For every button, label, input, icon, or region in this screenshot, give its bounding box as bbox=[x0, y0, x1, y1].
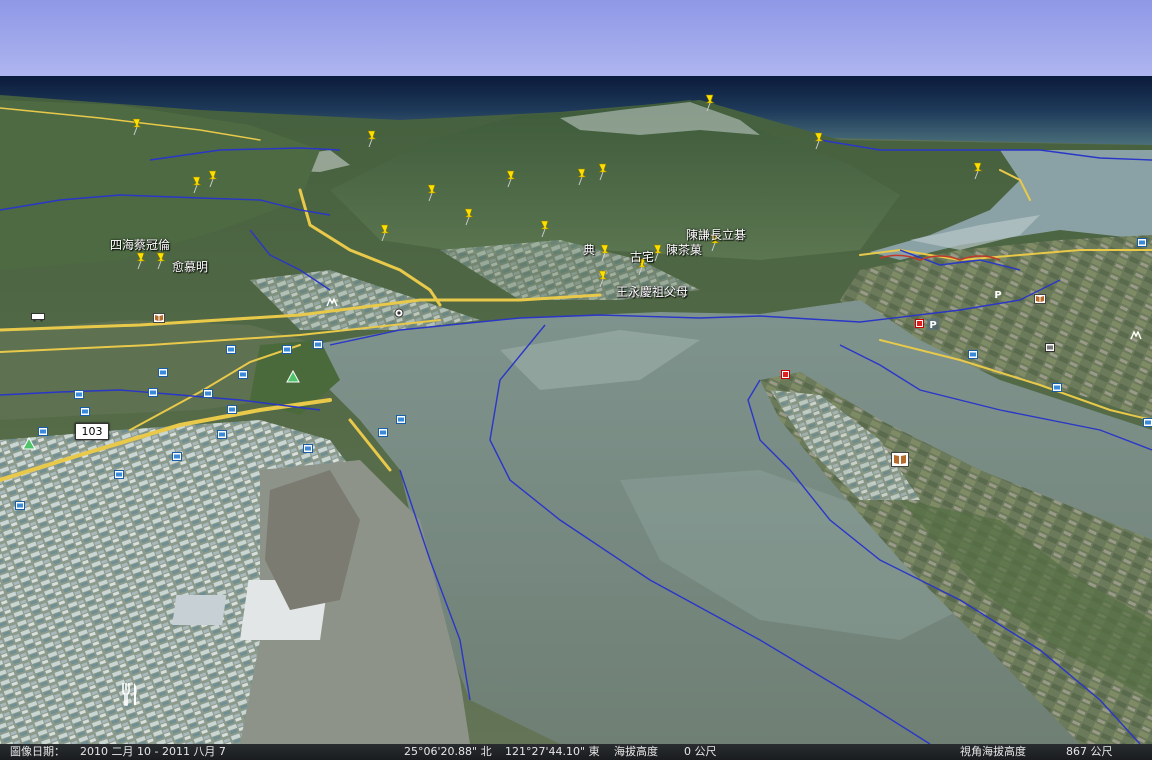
gear-icon[interactable] bbox=[394, 308, 404, 318]
pushpin-icon[interactable] bbox=[425, 184, 439, 202]
pushpin-icon[interactable] bbox=[190, 176, 204, 194]
status-bar: 圖像日期： 2010 二月 10 - 2011 八月 7 25°06'20.88… bbox=[0, 744, 1152, 760]
pushpin-icon[interactable] bbox=[575, 168, 589, 186]
pushpin-icon[interactable] bbox=[971, 162, 985, 180]
park-tree-icon[interactable] bbox=[22, 437, 36, 451]
place-label-yu-mu: 愈慕明 bbox=[172, 260, 209, 274]
book-icon[interactable] bbox=[1034, 294, 1046, 304]
book-icon[interactable] bbox=[153, 313, 165, 323]
photo-icon[interactable] bbox=[226, 345, 236, 354]
elevation-value: 0 公尺 bbox=[684, 745, 717, 758]
photo-icon[interactable] bbox=[148, 388, 158, 397]
photo-icon[interactable] bbox=[313, 340, 323, 349]
pushpin-icon[interactable] bbox=[378, 224, 392, 242]
pushpin-icon[interactable] bbox=[134, 252, 148, 270]
map-viewport[interactable]: P P 103 四海蔡冠倫 愈慕明 陳謙長立碁 陳茶菓 典 古宅 王永慶祖父母 bbox=[0, 0, 1152, 760]
place-label-gu-zhai: 古宅 bbox=[630, 250, 655, 264]
photo-icon[interactable] bbox=[238, 370, 248, 379]
red-marker-icon[interactable] bbox=[781, 370, 790, 379]
photo-icon[interactable] bbox=[282, 345, 292, 354]
bus-icon[interactable] bbox=[31, 313, 45, 322]
pushpin-icon[interactable] bbox=[206, 170, 220, 188]
svg-text:P: P bbox=[994, 290, 1001, 300]
pushpin-icon[interactable] bbox=[504, 170, 518, 188]
photo-icon[interactable] bbox=[1052, 383, 1062, 392]
imagery-date-value: 2010 二月 10 - 2011 八月 7 bbox=[80, 745, 226, 758]
photo-icon[interactable] bbox=[396, 415, 406, 424]
place-label-si-hai: 四海蔡冠倫 bbox=[110, 238, 171, 252]
photo-icon[interactable] bbox=[217, 430, 227, 439]
photo-icon[interactable] bbox=[1143, 418, 1152, 427]
photo-icon[interactable] bbox=[968, 350, 978, 359]
pushpin-icon[interactable] bbox=[598, 244, 612, 262]
terrain-scene[interactable] bbox=[0, 0, 1152, 760]
latitude-readout: 25°06'20.88" 北 bbox=[404, 745, 492, 758]
pushpin-icon[interactable] bbox=[130, 118, 144, 136]
eye-altitude-value: 867 公尺 bbox=[1066, 745, 1113, 758]
photo-icon[interactable] bbox=[80, 407, 90, 416]
photo-icon[interactable] bbox=[1137, 238, 1147, 247]
parking-icon[interactable]: P bbox=[992, 288, 1004, 300]
elevation-label: 海拔高度 bbox=[614, 745, 658, 758]
photo-icon[interactable] bbox=[114, 470, 124, 479]
place-label-chen-cai: 陳茶菓 bbox=[666, 243, 703, 257]
imagery-date-label: 圖像日期： bbox=[10, 745, 65, 758]
photo-icon[interactable] bbox=[158, 368, 168, 377]
photo-icon[interactable] bbox=[227, 405, 237, 414]
photo-icon[interactable] bbox=[303, 444, 313, 453]
photo-icon[interactable] bbox=[1045, 343, 1055, 352]
place-label-dian: 典 bbox=[583, 243, 596, 257]
photo-icon[interactable] bbox=[172, 452, 182, 461]
eye-altitude-label: 視角海拔高度 bbox=[960, 745, 1026, 758]
photo-icon[interactable] bbox=[15, 501, 25, 510]
photo-icon[interactable] bbox=[378, 428, 388, 437]
photo-icon[interactable] bbox=[38, 427, 48, 436]
parking-icon[interactable]: P bbox=[927, 318, 939, 330]
pushpin-icon[interactable] bbox=[462, 208, 476, 226]
red-marker-icon[interactable] bbox=[915, 319, 924, 328]
sky bbox=[0, 0, 1152, 82]
park-tree-icon[interactable] bbox=[286, 370, 300, 384]
pushpin-icon[interactable] bbox=[596, 270, 610, 288]
pushpin-icon[interactable] bbox=[365, 130, 379, 148]
svg-text:P: P bbox=[929, 320, 936, 330]
pushpin-icon[interactable] bbox=[154, 252, 168, 270]
pushpin-icon[interactable] bbox=[538, 220, 552, 238]
pushpin-icon[interactable] bbox=[703, 94, 717, 112]
hiking-icon[interactable] bbox=[326, 297, 338, 307]
book-icon[interactable] bbox=[891, 452, 909, 467]
photo-icon[interactable] bbox=[203, 389, 213, 398]
warehouse-roof-2 bbox=[172, 595, 227, 625]
restaurant-icon[interactable] bbox=[119, 681, 141, 707]
place-label-wang-yong: 王永慶祖父母 bbox=[616, 285, 689, 299]
pushpin-icon[interactable] bbox=[812, 132, 826, 150]
road-shield-103: 103 bbox=[75, 423, 109, 440]
hiking-icon[interactable] bbox=[1130, 330, 1142, 340]
pushpin-icon[interactable] bbox=[596, 163, 610, 181]
longitude-readout: 121°27'44.10" 東 bbox=[505, 745, 600, 758]
photo-icon[interactable] bbox=[74, 390, 84, 399]
